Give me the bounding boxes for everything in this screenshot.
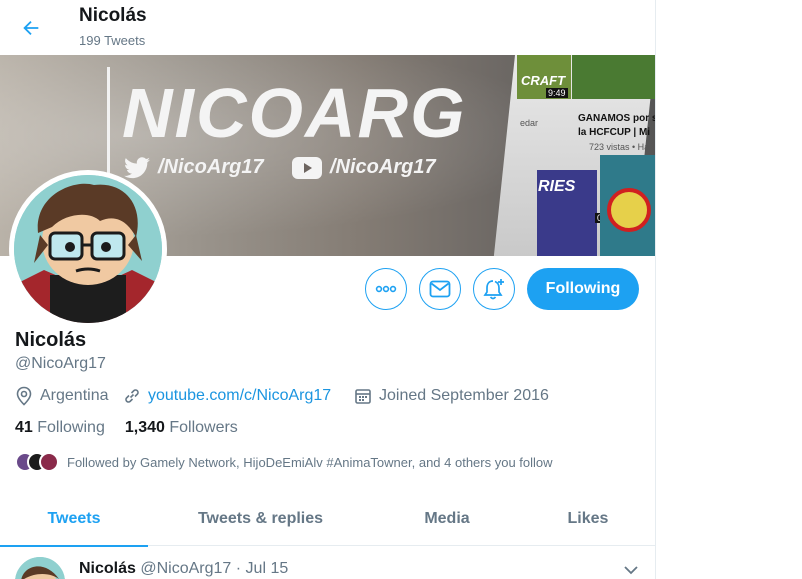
profile-column: Nicolás 199 Tweets NICOARG /NicoArg17 /N…: [0, 0, 656, 579]
video-character: [607, 188, 651, 232]
video-side-text: edar: [520, 118, 539, 128]
followed-by-text: Followed by Gamely Network, HijoDeEmiAlv…: [67, 454, 553, 470]
profile-handle: @NicoArg17: [15, 355, 106, 372]
video-views: 723 vistas • Ha: [589, 142, 650, 152]
tweet-item[interactable]: Nicolás @NicoArg17 · Jul 15: [0, 547, 655, 579]
back-arrow-icon: [23, 20, 39, 36]
youtube-icon: [292, 156, 322, 179]
video-thumbnail: [572, 55, 655, 99]
header-tweet-count: 199 Tweets: [79, 33, 146, 48]
following-stat[interactable]: 41 Following: [15, 419, 105, 437]
link-icon: [125, 389, 139, 403]
video-badge: RIES: [538, 178, 576, 195]
following-label: Following: [37, 419, 105, 436]
more-options-button[interactable]: [365, 268, 407, 310]
tab-likes[interactable]: Likes: [521, 492, 655, 546]
tweet-avatar[interactable]: [15, 557, 65, 579]
avatar-illustration: [14, 175, 162, 323]
profile-name: Nicolás: [15, 329, 87, 351]
header-name: Nicolás: [79, 5, 147, 26]
profile-stats: 41 Following 1,340 Followers: [15, 419, 238, 437]
location-text: Argentina: [40, 387, 109, 404]
twitter-bird-icon: [124, 156, 150, 178]
chevron-down-icon[interactable]: [620, 559, 642, 579]
avatar-image: [14, 175, 162, 323]
location-pin-icon: [16, 386, 32, 406]
banner-youtube-handle: /NicoArg17: [330, 156, 436, 178]
video-badge: CRAFT: [521, 73, 566, 88]
profile-header: Nicolás 199 Tweets: [0, 0, 655, 55]
profile-tabs: Tweets Tweets & replies Media Likes: [0, 492, 655, 547]
message-button[interactable]: [419, 268, 461, 310]
profile-website: youtube.com/c/NicoArg17: [123, 386, 331, 406]
followers-count: 1,340: [124, 419, 165, 436]
joined-text: Joined September 2016: [379, 387, 549, 404]
followed-by[interactable]: Followed by Gamely Network, HijoDeEmiAlv…: [15, 451, 553, 473]
profile-joined: Joined September 2016: [354, 386, 549, 406]
tweet-avatar-illustration: [15, 557, 65, 579]
envelope-icon: [429, 280, 451, 298]
tab-media[interactable]: Media: [373, 492, 521, 546]
tweet-author[interactable]: Nicolás: [79, 560, 136, 577]
following-button[interactable]: Following: [527, 268, 639, 310]
followers-label: Followers: [169, 419, 238, 436]
video-title: la HCFCUP | Mi: [578, 127, 651, 138]
tweet-header: Nicolás @NicoArg17 · Jul 15: [79, 560, 288, 578]
more-dots-icon: [375, 285, 397, 293]
website-link[interactable]: youtube.com/c/NicoArg17: [148, 387, 331, 405]
followers-stat[interactable]: 1,340 Followers: [125, 419, 238, 437]
banner-twitter-handle: /NicoArg17: [158, 156, 264, 178]
notifications-button[interactable]: [473, 268, 515, 310]
tweet-meta: @NicoArg17 · Jul 15: [140, 560, 289, 577]
video-title: GANAMOS por s: [578, 113, 655, 124]
banner-twitter: /NicoArg17: [124, 156, 264, 179]
video-duration: 9:49: [546, 88, 568, 98]
tab-tweets-replies[interactable]: Tweets & replies: [148, 492, 373, 546]
follower-avatar: [39, 452, 59, 472]
banner-title: NICOARG: [122, 74, 467, 152]
banner-youtube: /NicoArg17: [292, 156, 436, 179]
bell-plus-icon: [483, 279, 504, 300]
profile-location: Argentina: [15, 386, 109, 406]
tab-tweets[interactable]: Tweets: [0, 492, 148, 547]
following-count: 41: [15, 419, 33, 436]
profile-avatar[interactable]: [9, 170, 167, 328]
back-button[interactable]: [14, 11, 48, 45]
calendar-icon: [355, 389, 371, 404]
